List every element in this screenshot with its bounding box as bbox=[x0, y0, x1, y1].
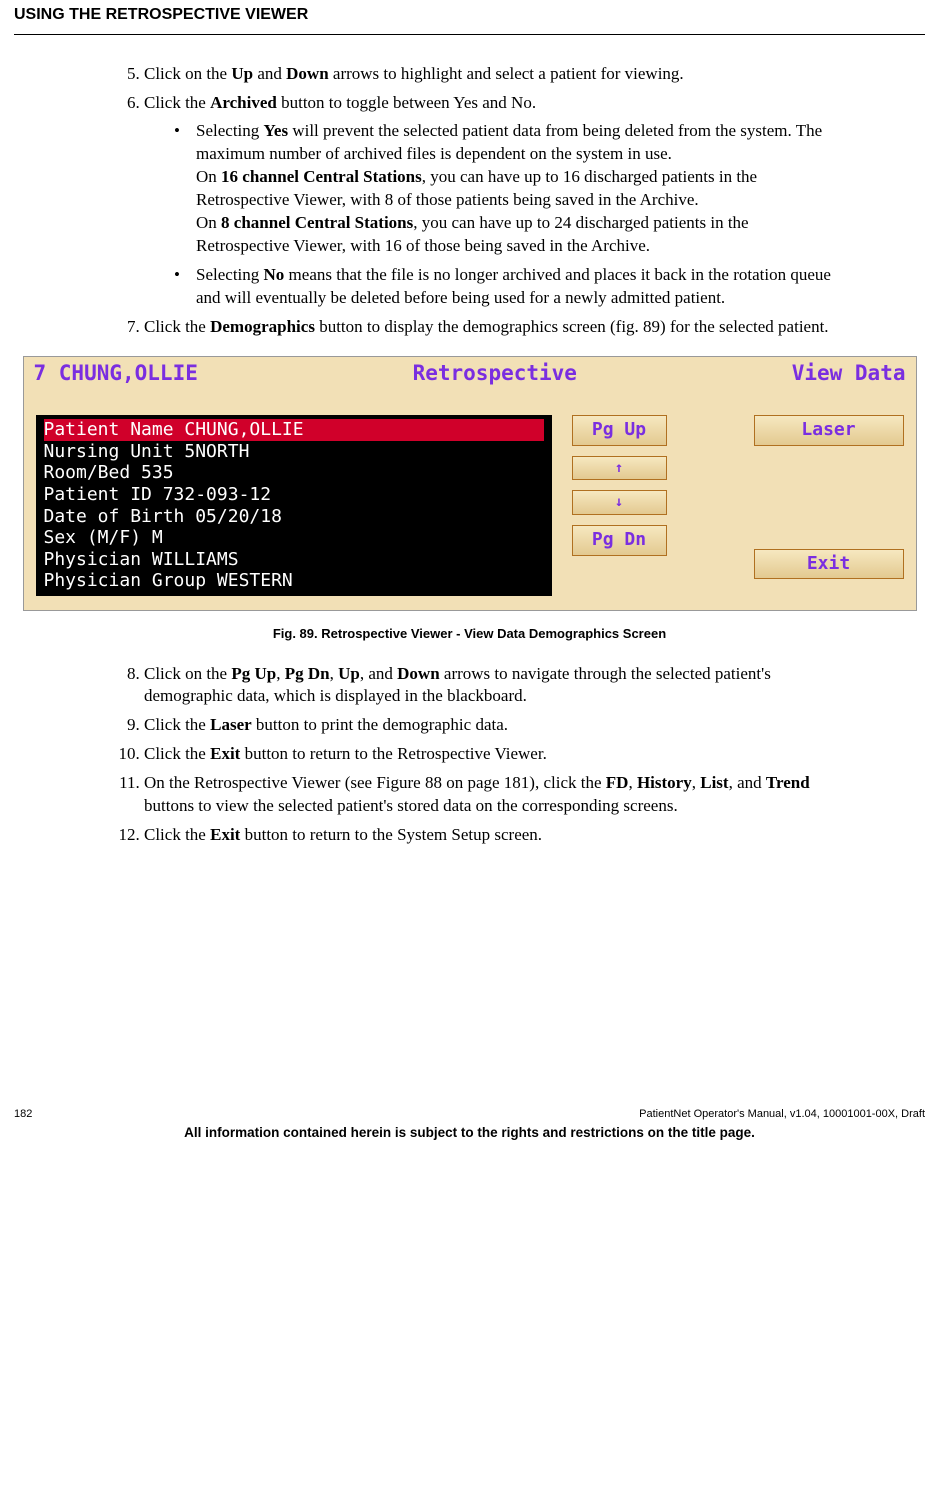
row-room-bed: Room/Bed 535 bbox=[44, 462, 544, 484]
step-8: Click on the Pg Up, Pg Dn, Up, and Down … bbox=[144, 663, 835, 709]
instruction-list-cont: Click on the Pg Up, Pg Dn, Up, and Down … bbox=[114, 663, 835, 848]
page-header: USING THE RETROSPECTIVE VIEWER bbox=[14, 0, 925, 35]
pgdn-button[interactable]: Pg Dn bbox=[572, 525, 667, 555]
demographics-panel: Patient Name CHUNG,OLLIE Nursing Unit 5N… bbox=[36, 415, 552, 596]
step-5: Click on the Up and Down arrows to highl… bbox=[144, 63, 835, 86]
exit-button[interactable]: Exit bbox=[754, 549, 904, 579]
step-9: Click the Laser button to print the demo… bbox=[144, 714, 835, 737]
instruction-list: Click on the Up and Down arrows to highl… bbox=[114, 63, 835, 339]
row-patient-name: Patient Name CHUNG,OLLIE bbox=[44, 419, 544, 441]
row-dob: Date of Birth 05/20/18 bbox=[44, 506, 544, 528]
page-number: 182 bbox=[14, 1107, 32, 1122]
nav-buttons: Pg Up ↑ ↓ Pg Dn bbox=[572, 415, 667, 555]
page-footer: 182 PatientNet Operator's Manual, v1.04,… bbox=[14, 1107, 925, 1154]
doc-id: PatientNet Operator's Manual, v1.04, 100… bbox=[639, 1107, 925, 1122]
row-physician: Physician WILLIAMS bbox=[44, 549, 544, 571]
step-6-no: Selecting No means that the file is no l… bbox=[174, 264, 835, 310]
step-6-yes: Selecting Yes will prevent the selected … bbox=[174, 120, 835, 258]
step-10: Click the Exit button to return to the R… bbox=[144, 743, 835, 766]
step-6: Click the Archived button to toggle betw… bbox=[144, 92, 835, 310]
step-7: Click the Demographics button to display… bbox=[144, 316, 835, 339]
screenshot-figure: 7 CHUNG,OLLIE Retrospective View Data Pa… bbox=[23, 356, 917, 611]
row-patient-id: Patient ID 732-093-12 bbox=[44, 484, 544, 506]
rights-note: All information contained herein is subj… bbox=[14, 1124, 925, 1142]
title-left: 7 CHUNG,OLLIE bbox=[34, 359, 198, 387]
figure-caption: Fig. 89. Retrospective Viewer - View Dat… bbox=[14, 625, 925, 643]
action-buttons: Laser Exit bbox=[754, 415, 904, 579]
row-physician-group: Physician Group WESTERN bbox=[44, 570, 544, 592]
step-12: Click the Exit button to return to the S… bbox=[144, 824, 835, 847]
step-11: On the Retrospective Viewer (see Figure … bbox=[144, 772, 835, 818]
row-sex: Sex (M/F) M bbox=[44, 527, 544, 549]
title-mid: Retrospective bbox=[413, 359, 577, 387]
pgup-button[interactable]: Pg Up bbox=[572, 415, 667, 445]
row-nursing-unit: Nursing Unit 5NORTH bbox=[44, 441, 544, 463]
title-right: View Data bbox=[792, 359, 906, 387]
up-button[interactable]: ↑ bbox=[572, 456, 667, 481]
laser-button[interactable]: Laser bbox=[754, 415, 904, 445]
down-button[interactable]: ↓ bbox=[572, 490, 667, 515]
